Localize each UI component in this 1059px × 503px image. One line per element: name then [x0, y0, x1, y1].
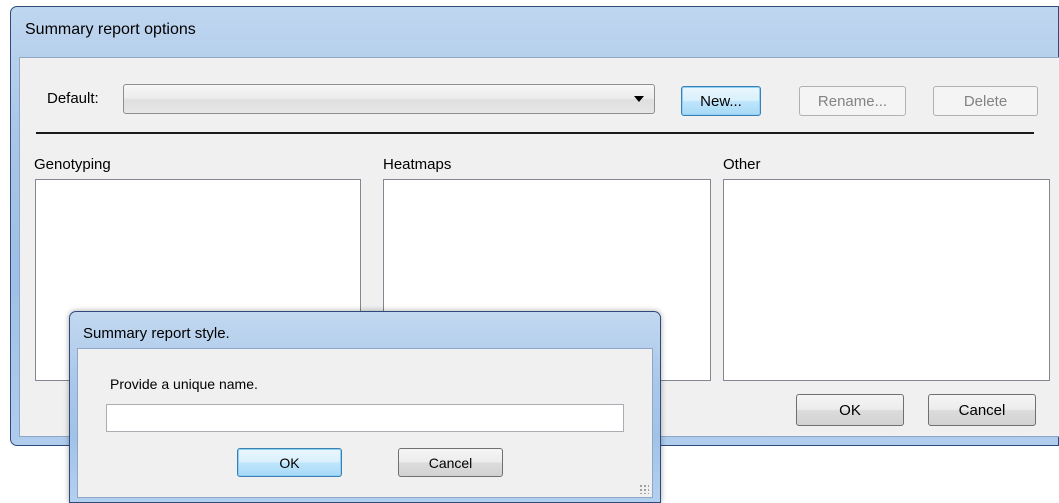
- dialog-title: Summary report style.: [83, 325, 230, 342]
- cancel-button[interactable]: Cancel: [928, 394, 1036, 426]
- dialog-cancel-button[interactable]: Cancel: [398, 448, 503, 477]
- unique-name-prompt: Provide a unique name.: [110, 376, 258, 392]
- dialog-client: Provide a unique name. OK Cancel: [77, 348, 653, 498]
- rename-button[interactable]: Rename...: [799, 86, 906, 116]
- separator-line: [36, 132, 1034, 134]
- new-button[interactable]: New...: [681, 86, 761, 116]
- window-title: Summary report options: [25, 21, 196, 38]
- summary-report-style-dialog: Summary report style. Provide a unique n…: [69, 311, 661, 503]
- dropdown-arrow-icon[interactable]: [634, 96, 644, 102]
- dialog-ok-button[interactable]: OK: [237, 448, 342, 477]
- other-label: Other: [723, 156, 761, 173]
- heatmaps-label: Heatmaps: [383, 156, 452, 173]
- genotyping-label: Genotyping: [34, 156, 111, 173]
- other-listbox[interactable]: [723, 179, 1050, 381]
- delete-button[interactable]: Delete: [933, 86, 1038, 116]
- resize-grip-icon[interactable]: [639, 484, 649, 494]
- ok-button[interactable]: OK: [796, 394, 904, 426]
- default-style-select[interactable]: [123, 84, 655, 114]
- unique-name-input[interactable]: [106, 404, 624, 432]
- default-label: Default:: [47, 90, 99, 107]
